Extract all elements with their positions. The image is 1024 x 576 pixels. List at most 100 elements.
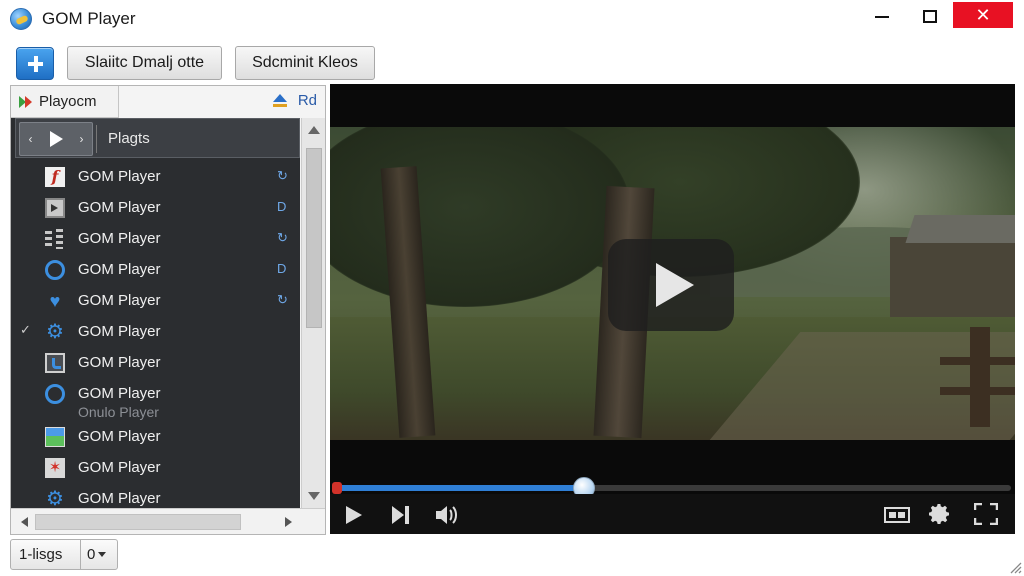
refresh-icon: ↻ (277, 292, 288, 307)
heart-icon: ♥ (49, 291, 61, 311)
check-icon: ✓ (20, 322, 31, 337)
list-item[interactable]: f GOM Player ↻ (11, 161, 300, 192)
horizontal-scrollbar[interactable] (11, 508, 325, 534)
panel-tool-label[interactable]: Rd (298, 92, 317, 109)
count-dropdown[interactable]: 0 (81, 546, 107, 563)
item-name: GOM Player (78, 459, 161, 476)
seek-bar[interactable] (332, 477, 1011, 499)
item-name: GOM Player (78, 354, 161, 371)
list-item[interactable]: ✶ GOM Player (11, 452, 300, 483)
status-icon: D (277, 261, 287, 276)
count-value: 0 (87, 546, 96, 563)
list-item[interactable]: GOM Player (11, 347, 300, 378)
list-mode-button[interactable]: 1-lisgs (11, 540, 81, 569)
list-item[interactable]: GOM Player ↻ (11, 223, 300, 254)
playlist-list: ‹ › Plagts f GOM Player ↻ GOM Player D G… (11, 118, 300, 508)
item-name: GOM Player (78, 261, 161, 278)
close-button[interactable]: ✕ (953, 2, 1013, 28)
list-item[interactable]: ⚙ GOM Player (11, 483, 300, 508)
add-button[interactable] (16, 47, 54, 80)
gear-icon: ⚙ (46, 488, 64, 508)
minimize-button[interactable] (862, 0, 902, 32)
toolbar-button-2[interactable]: Sdcminit Kleos (235, 46, 375, 80)
bottom-control: 1-lisgs 0 (10, 539, 118, 570)
refresh-icon: ↻ (277, 230, 288, 245)
video-icon (45, 198, 65, 218)
item-name: GOM Player (78, 199, 161, 216)
toolbar: Slaiitc Dmalj otte Sdcminit Kleos (0, 40, 1024, 84)
playlist-header: ‹ › Plagts (15, 118, 300, 158)
resize-grip-icon[interactable] (1008, 560, 1022, 574)
list-item[interactable]: GOM Player (11, 421, 300, 452)
scene-tree (330, 127, 630, 307)
vertical-scrollbar[interactable] (301, 118, 325, 508)
gom-logo-icon (10, 8, 32, 30)
scroll-left-icon[interactable] (21, 517, 28, 527)
tab-playlist[interactable]: Playocm (11, 86, 119, 118)
item-name: GOM Player (78, 292, 161, 309)
next-button[interactable] (392, 506, 410, 524)
item-subtitle: Onulo Player (78, 404, 159, 420)
list-item[interactable]: ♥ GOM Player ↻ (11, 285, 300, 316)
list-item[interactable]: GOM Player Onulo Player (11, 378, 300, 422)
item-name: GOM Player (78, 323, 161, 340)
list-item[interactable]: GOM Player D (11, 192, 300, 223)
window-title: GOM Player (42, 9, 136, 28)
list-item[interactable]: ✓ ⚙ GOM Player (11, 316, 300, 347)
item-name: GOM Player (78, 490, 161, 507)
scroll-right-icon[interactable] (285, 517, 292, 527)
volume-icon[interactable] (434, 504, 460, 526)
title-bar: GOM Player ✕ (0, 0, 1024, 38)
flash-icon: f (45, 167, 65, 187)
item-name: GOM Player (78, 385, 161, 402)
list-item[interactable]: GOM Player D (11, 254, 300, 285)
fullscreen-icon[interactable] (973, 502, 999, 526)
status-icon: D (277, 199, 287, 214)
image-icon (45, 427, 65, 447)
equalizer-icon (45, 229, 65, 249)
tab-playlist-label: Playocm (39, 93, 97, 110)
scene-fence (940, 357, 1015, 365)
eject-icon[interactable] (272, 93, 288, 108)
prev-button[interactable]: ‹ (29, 132, 33, 146)
video-frame[interactable] (330, 127, 1015, 440)
item-name: GOM Player (78, 230, 161, 247)
playlist-icon (19, 95, 35, 109)
scene-house (890, 237, 1015, 317)
settings-gear-icon[interactable] (928, 502, 952, 526)
scroll-down-icon[interactable] (308, 492, 320, 500)
playlist-header-label: Plagts (108, 130, 150, 147)
chevron-down-icon (98, 552, 107, 557)
seek-start-marker (332, 482, 342, 494)
close-icon: ✕ (975, 4, 991, 25)
item-name: GOM Player (78, 168, 161, 185)
ring-icon (45, 384, 65, 404)
scroll-thumb[interactable] (306, 148, 322, 328)
header-divider (96, 125, 97, 153)
next-button[interactable]: › (80, 132, 84, 146)
maximize-button[interactable] (910, 0, 950, 32)
scene-fence (970, 327, 990, 427)
seek-progress (334, 485, 585, 491)
toolbar-button-1[interactable]: Slaiitc Dmalj otte (67, 46, 222, 80)
item-name: GOM Player (78, 428, 161, 445)
star-icon: ✶ (45, 458, 65, 478)
monitor-icon (45, 353, 65, 373)
scroll-thumb[interactable] (35, 514, 241, 530)
scroll-up-icon[interactable] (308, 126, 320, 134)
subtitle-icon[interactable] (884, 506, 910, 524)
playback-control-box: ‹ › (19, 122, 93, 156)
gear-icon: ⚙ (46, 321, 64, 343)
play-button[interactable] (346, 506, 362, 524)
refresh-icon: ↻ (277, 168, 288, 183)
control-bar (330, 494, 1015, 534)
panel-tools: Rd (272, 92, 317, 109)
minimize-icon (875, 16, 889, 18)
maximize-icon (923, 9, 937, 23)
scene-fence (940, 387, 1015, 395)
playlist-panel: Playocm Rd ‹ › Plagts f GOM Player ↻ GOM… (10, 85, 326, 535)
ring-icon (45, 260, 65, 280)
big-play-button[interactable] (608, 239, 734, 331)
play-icon[interactable] (49, 131, 63, 147)
video-player (330, 84, 1015, 534)
